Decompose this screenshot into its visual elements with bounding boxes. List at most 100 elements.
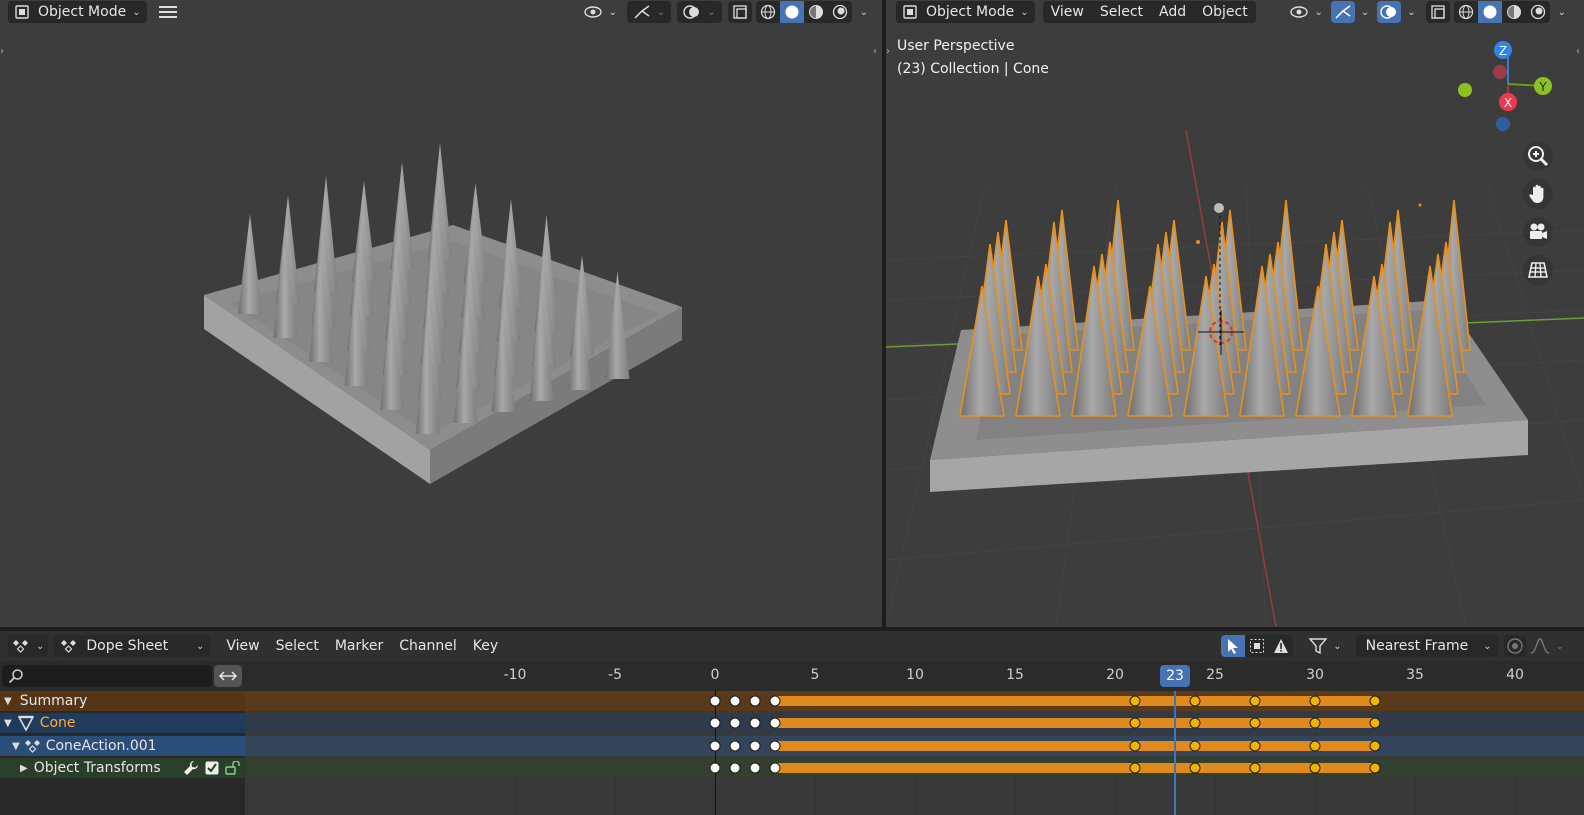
snap-mode-dropdown[interactable]: Nearest Frame ⌄ <box>1355 635 1498 657</box>
keyframe[interactable] <box>1189 717 1201 729</box>
material-shading-button[interactable] <box>1502 1 1526 23</box>
gizmo-toggle-button[interactable]: ⌄ <box>626 1 672 23</box>
left-panel-toggle-icon[interactable]: › <box>886 46 894 60</box>
channel-summary[interactable]: ▼ Summary <box>0 691 245 711</box>
mode-selector-dropdown[interactable]: Dope Sheet ⌄ <box>54 635 211 657</box>
channel-group[interactable]: ▶ Object Transforms <box>0 758 245 778</box>
keyframe[interactable] <box>709 762 721 774</box>
xray-toggle-button[interactable] <box>1425 1 1450 23</box>
menu-select[interactable]: Select <box>1092 1 1151 23</box>
wrench-icon[interactable] <box>183 760 199 776</box>
falloff-dropdown[interactable]: ⌄ <box>1526 635 1568 657</box>
keyframe[interactable] <box>1129 740 1141 752</box>
keyframe[interactable] <box>749 717 761 729</box>
keyframe[interactable] <box>1249 762 1261 774</box>
checkbox-icon[interactable] <box>205 761 219 775</box>
visibility-dropdown[interactable]: ⌄ <box>576 1 624 23</box>
keyframe[interactable] <box>729 695 741 707</box>
material-shading-button[interactable] <box>804 1 828 23</box>
mode-dropdown[interactable]: Object Mode ⌄ <box>896 1 1035 23</box>
filters-dropdown[interactable]: ⌄ <box>1301 635 1349 657</box>
menu-key[interactable]: Key <box>465 635 506 657</box>
visibility-dropdown[interactable]: ⌄ <box>1286 1 1326 23</box>
collapse-triangle-icon[interactable]: ▶ <box>20 763 28 774</box>
keyframe[interactable] <box>749 740 761 752</box>
overlay-toggle-button[interactable] <box>1377 1 1402 23</box>
fit-channels-button[interactable] <box>214 665 242 687</box>
wireframe-shading-button[interactable] <box>1454 1 1478 23</box>
keyframe-area[interactable] <box>245 691 1584 815</box>
wireframe-shading-button[interactable] <box>756 1 780 23</box>
keyframe[interactable] <box>1129 717 1141 729</box>
keyframe[interactable] <box>769 740 781 752</box>
keyframe[interactable] <box>709 695 721 707</box>
xray-toggle-button[interactable] <box>727 1 752 23</box>
menu-toggle-button[interactable] <box>151 1 185 23</box>
expand-triangle-icon[interactable]: ▼ <box>4 718 12 729</box>
keyframe[interactable] <box>729 740 741 752</box>
expand-triangle-icon[interactable]: ▼ <box>4 696 12 707</box>
unlock-icon[interactable] <box>225 761 241 775</box>
shading-options-dropdown[interactable]: ⌄ <box>852 1 876 23</box>
menu-marker[interactable]: Marker <box>327 635 391 657</box>
keyframe[interactable] <box>1249 695 1261 707</box>
keyframe[interactable] <box>729 762 741 774</box>
keyframe[interactable] <box>709 717 721 729</box>
keyframe[interactable] <box>1129 762 1141 774</box>
keyframe[interactable] <box>769 717 781 729</box>
keyframe[interactable] <box>1369 695 1381 707</box>
gizmo-toggle-button[interactable] <box>1330 1 1355 23</box>
menu-view[interactable]: View <box>1043 1 1092 23</box>
mode-dropdown[interactable]: Object Mode ⌄ <box>8 1 147 23</box>
menu-view[interactable]: View <box>218 635 267 657</box>
keyframe[interactable] <box>769 762 781 774</box>
menu-add[interactable]: Add <box>1151 1 1194 23</box>
keyframe[interactable] <box>709 740 721 752</box>
keyframe[interactable] <box>1309 695 1321 707</box>
only-selected-toggle[interactable] <box>1221 635 1246 657</box>
shading-options-dropdown[interactable]: ⌄ <box>1550 1 1574 23</box>
keyframe[interactable] <box>749 695 761 707</box>
pan-button[interactable] <box>1523 179 1553 209</box>
keyframe[interactable] <box>1309 740 1321 752</box>
proportional-edit-button[interactable] <box>1503 635 1526 657</box>
keyframe[interactable] <box>1309 717 1321 729</box>
keyframe[interactable] <box>1189 762 1201 774</box>
channel-object[interactable]: ▼ Cone <box>0 713 245 733</box>
keyframe[interactable] <box>769 695 781 707</box>
left-3d-viewport[interactable]: Object Mode ⌄ ⌄ ⌄ ⌄ ⌄ › ‹ <box>0 0 882 627</box>
keyframe[interactable] <box>1369 762 1381 774</box>
keyframe[interactable] <box>1369 740 1381 752</box>
channel-search-input[interactable] <box>2 665 212 687</box>
only-errors-toggle[interactable] <box>1269 635 1293 657</box>
overlay-toggle-button[interactable]: ⌄ <box>677 1 722 23</box>
zoom-button[interactable] <box>1523 141 1553 171</box>
keyframe[interactable] <box>1249 740 1261 752</box>
solid-shading-button[interactable] <box>779 1 804 23</box>
keyframe[interactable] <box>1189 740 1201 752</box>
keyframe[interactable] <box>1369 717 1381 729</box>
solid-shading-button[interactable] <box>1477 1 1502 23</box>
keyframe[interactable] <box>1249 717 1261 729</box>
keyframe[interactable] <box>1309 762 1321 774</box>
menu-channel[interactable]: Channel <box>391 635 464 657</box>
keyframe[interactable] <box>729 717 741 729</box>
perspective-toggle-button[interactable] <box>1523 255 1553 285</box>
overlay-options-dropdown[interactable]: ⌄ <box>1401 1 1421 23</box>
rendered-shading-button[interactable] <box>1526 1 1550 23</box>
right-panel-toggle-icon[interactable]: ‹ <box>1576 46 1584 60</box>
camera-view-button[interactable] <box>1523 217 1553 247</box>
keyframe[interactable] <box>1189 695 1201 707</box>
editor-type-dropdown[interactable]: ⌄ <box>8 635 49 657</box>
channel-action[interactable]: ▼ ConeAction.001 <box>0 736 245 756</box>
right-3d-viewport[interactable]: Object Mode ⌄ View Select Add Object ⌄ ⌄… <box>886 0 1584 627</box>
frame-ruler[interactable]: -10-50510152025303540455023 <box>245 663 1584 689</box>
expand-triangle-icon[interactable]: ▼ <box>12 741 20 752</box>
keyframe[interactable] <box>749 762 761 774</box>
gizmo-options-dropdown[interactable]: ⌄ <box>1355 1 1375 23</box>
current-frame-indicator[interactable]: 23 <box>1160 665 1190 687</box>
show-hidden-toggle[interactable] <box>1245 635 1269 657</box>
menu-select[interactable]: Select <box>268 635 327 657</box>
keyframe[interactable] <box>1129 695 1141 707</box>
rendered-shading-button[interactable] <box>828 1 852 23</box>
